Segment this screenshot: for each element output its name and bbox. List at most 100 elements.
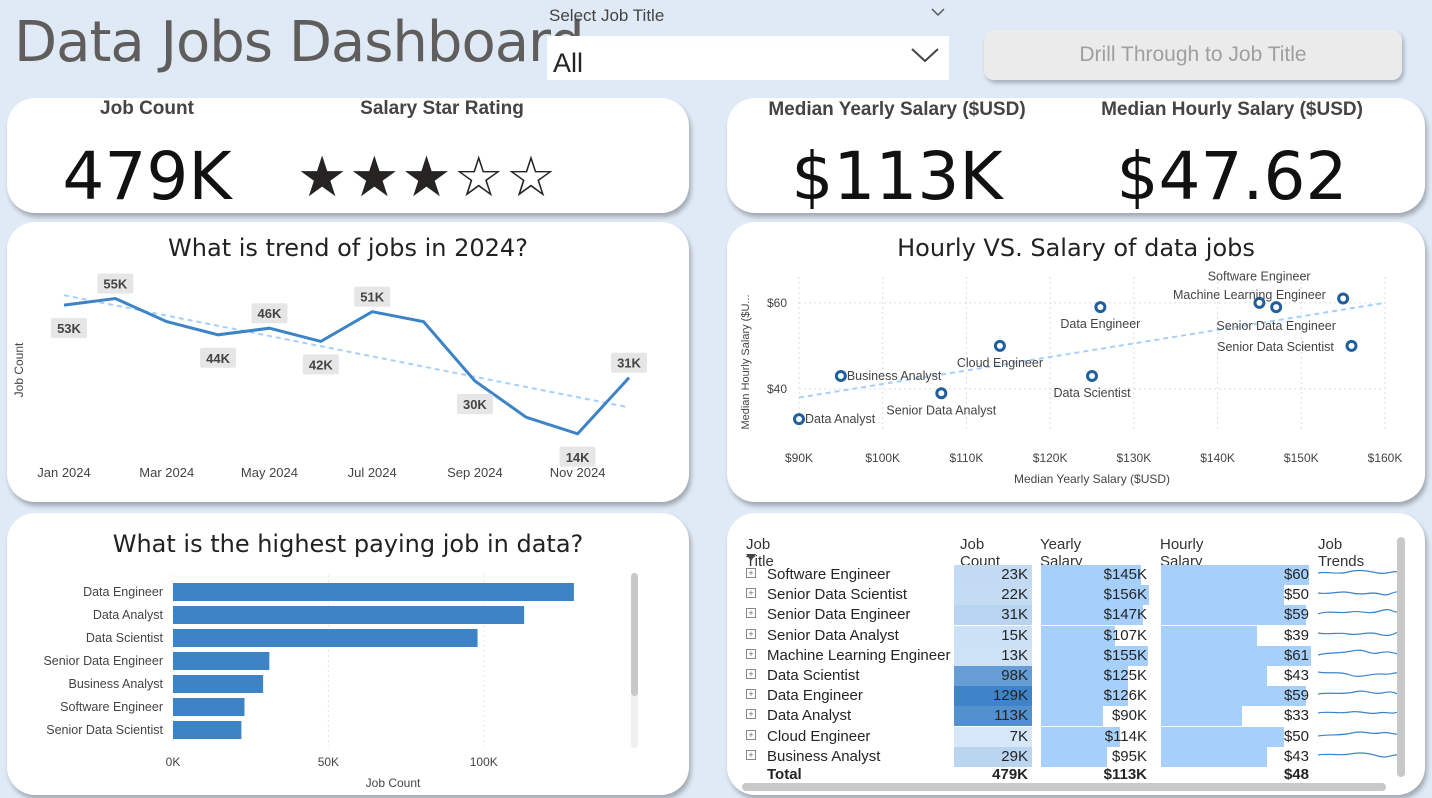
row-job-title: Data Analyst bbox=[767, 707, 852, 725]
row-sparkline bbox=[1318, 609, 1398, 615]
kpi-card-jobs: Job Count 479K Salary Star Rating ★★★☆☆ bbox=[7, 98, 689, 215]
scatter-point[interactable] bbox=[1094, 301, 1107, 314]
expand-icon[interactable]: + bbox=[746, 729, 756, 740]
table-row[interactable]: + Data Analyst 113K $90K $33 bbox=[746, 706, 1398, 727]
row-sparkline bbox=[1318, 569, 1398, 575]
x-tick-label: $100K bbox=[865, 451, 900, 465]
bar[interactable] bbox=[173, 583, 574, 601]
job-title-dropdown[interactable]: All bbox=[547, 36, 949, 80]
median-hourly-value: $47.62 bbox=[1116, 138, 1348, 215]
row-job-count: 113K bbox=[954, 706, 1032, 727]
scatter-point[interactable] bbox=[993, 339, 1006, 352]
drill-through-button[interactable]: Drill Through to Job Title bbox=[984, 30, 1402, 80]
yearly-salary-value: $107K bbox=[1103, 626, 1147, 644]
salary-scatter-chart[interactable]: $90K $100K $110K $120K $130K $140K $150K $160K $… bbox=[727, 222, 1425, 502]
expand-icon[interactable]: + bbox=[746, 588, 756, 599]
expand-icon[interactable]: + bbox=[746, 689, 756, 700]
row-hourly-salary: $50 bbox=[1161, 726, 1311, 747]
row-hourly-salary: $59 bbox=[1161, 605, 1311, 626]
category-label: Senior Data Engineer bbox=[43, 654, 163, 668]
row-yearly-salary: $155K bbox=[1041, 645, 1149, 666]
hourly-salary-value: $50 bbox=[1283, 586, 1309, 604]
table-row[interactable]: + Data Engineer 129K $126K $59 bbox=[746, 686, 1398, 707]
bar[interactable] bbox=[173, 698, 245, 716]
x-tick-label: $150K bbox=[1284, 451, 1319, 465]
matrix-vertical-scrollbar[interactable] bbox=[1397, 537, 1405, 777]
data-label: 53K bbox=[57, 321, 81, 336]
bar[interactable] bbox=[173, 652, 270, 670]
job-count-series[interactable] bbox=[63, 296, 631, 436]
highest-paying-bar-chart[interactable]: 0K 50K 100K Job Count Data Engineer Data Anal… bbox=[7, 513, 689, 795]
row-job-count: 13K bbox=[954, 645, 1032, 666]
scatter-point[interactable] bbox=[1345, 339, 1358, 352]
row-job-count: 129K bbox=[954, 686, 1032, 707]
drill-through-label: Drill Through to Job Title bbox=[1079, 43, 1307, 66]
yearly-salary-value: $125K bbox=[1103, 667, 1147, 684]
table-row[interactable]: + Machine Learning Engineer 13K $155K $61 bbox=[746, 645, 1398, 666]
row-hourly-salary: $61 bbox=[1161, 645, 1311, 666]
hourly-salary-value: $61 bbox=[1283, 646, 1309, 664]
point-label: Data Analyst bbox=[805, 412, 876, 426]
row-job-title: Data Engineer bbox=[767, 687, 863, 705]
expand-icon[interactable]: + bbox=[746, 628, 756, 639]
row-yearly-salary: $145K bbox=[1041, 565, 1149, 585]
dropdown-value: All bbox=[553, 48, 584, 78]
row-job-count: 22K bbox=[954, 585, 1032, 606]
expand-icon[interactable]: + bbox=[746, 608, 756, 619]
scatter-point[interactable] bbox=[1086, 370, 1098, 383]
point-label: Senior Data Analyst bbox=[886, 403, 996, 417]
star-rating-label: Salary Star Rating bbox=[360, 98, 524, 119]
row-yearly-salary: $95K bbox=[1041, 746, 1149, 767]
data-label: 44K bbox=[206, 351, 230, 366]
bar[interactable] bbox=[173, 721, 242, 739]
table-row[interactable]: + Senior Data Engineer 31K $147K $59 bbox=[746, 605, 1398, 626]
matrix-horizontal-scrollbar[interactable] bbox=[742, 783, 1386, 791]
scatter-point[interactable] bbox=[935, 387, 948, 400]
expand-icon[interactable]: + bbox=[746, 568, 756, 578]
row-hourly-salary: $60 bbox=[1161, 565, 1311, 585]
row-job-title: Cloud Engineer bbox=[767, 727, 871, 745]
table-row[interactable]: + Cloud Engineer 7K $114K $50 bbox=[746, 726, 1398, 747]
bar[interactable] bbox=[173, 606, 525, 624]
point-label: Cloud Engineer bbox=[957, 356, 1043, 370]
row-job-title: Senior Data Engineer bbox=[767, 606, 911, 624]
scatter-point[interactable] bbox=[1337, 292, 1350, 305]
sort-descending-icon[interactable] bbox=[746, 554, 756, 562]
table-row[interactable]: + Senior Data Scientist 22K $156K $50 bbox=[746, 585, 1398, 606]
scatter-chart-card: Hourly VS. Salary of data jobs $90K $100K… bbox=[727, 222, 1425, 502]
row-job-title: Senior Data Scientist bbox=[767, 586, 908, 604]
trend-line-chart[interactable]: Job Count 53K 55K 44K 46K 42K 51K 30K 14K 31K Jan … bbox=[7, 222, 689, 502]
yearly-salary-value: $155K bbox=[1103, 646, 1147, 664]
scrollbar-thumb[interactable] bbox=[631, 573, 638, 696]
x-tick-label: Mar 2024 bbox=[139, 465, 194, 480]
table-row[interactable]: + Business Analyst 29K $95K $43 bbox=[746, 746, 1398, 767]
expand-icon[interactable]: + bbox=[746, 749, 756, 760]
scatter-point[interactable] bbox=[1270, 301, 1283, 314]
table-row[interactable]: + Senior Data Analyst 15K $107K $39 bbox=[746, 625, 1398, 646]
x-tick-label: $140K bbox=[1200, 451, 1235, 465]
y-tick-label: $60 bbox=[767, 296, 787, 310]
data-label: 55K bbox=[103, 277, 127, 292]
yearly-salary-value: $147K bbox=[1103, 606, 1147, 624]
bar[interactable] bbox=[173, 629, 478, 647]
data-label: 14K bbox=[566, 450, 590, 465]
expand-icon[interactable]: + bbox=[746, 669, 756, 679]
scatter-point[interactable] bbox=[793, 413, 805, 426]
x-tick-label: $90K bbox=[785, 451, 813, 465]
total-job-count: 479K bbox=[992, 766, 1028, 783]
row-yearly-salary: $114K bbox=[1041, 726, 1149, 747]
x-tick-label: Sep 2024 bbox=[447, 465, 503, 480]
bar[interactable] bbox=[173, 675, 264, 693]
expand-icon[interactable]: + bbox=[746, 648, 756, 659]
scatter-point[interactable] bbox=[834, 370, 847, 383]
expand-icon[interactable]: + bbox=[746, 709, 756, 720]
x-tick-label: Jan 2024 bbox=[37, 465, 91, 480]
chevron-down-icon[interactable] bbox=[909, 44, 941, 71]
category-label: Business Analyst bbox=[69, 677, 164, 691]
hourly-salary-value: $43 bbox=[1283, 667, 1309, 684]
category-label: Data Analyst bbox=[93, 608, 164, 622]
table-row[interactable]: + Software Engineer 23K $145K $60 bbox=[746, 565, 1398, 585]
total-yearly-value: $113K bbox=[1103, 766, 1147, 783]
table-row[interactable]: + Data Scientist 98K $125K $43 bbox=[746, 666, 1398, 686]
slicer-collapse-icon[interactable] bbox=[930, 4, 946, 20]
